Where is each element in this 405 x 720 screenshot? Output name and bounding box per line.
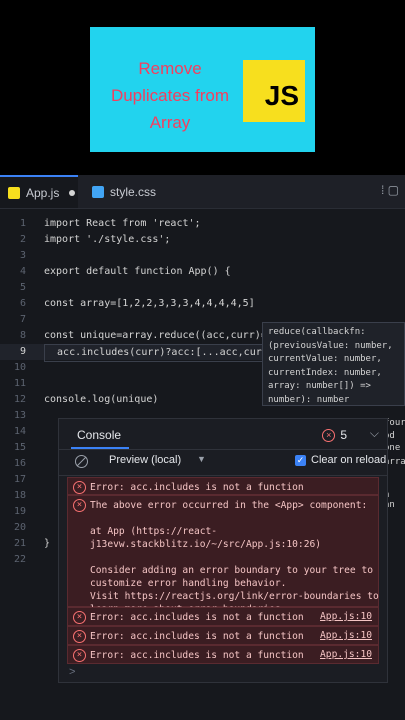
- tab-bar: App.js style.css ⁞ ▢: [0, 175, 405, 209]
- js-logo: JS: [243, 60, 305, 122]
- code-text[interactable]: console.log(unique): [44, 392, 158, 408]
- line-number: 21: [13, 538, 26, 549]
- console-tab[interactable]: Console: [77, 428, 121, 442]
- error-icon: ×: [73, 481, 86, 494]
- tooltip-line: number): number: [268, 394, 350, 405]
- thumbnail-banner: Remove Duplicates from Array JS: [90, 27, 315, 152]
- dropdown-arrow-icon[interactable]: ▼: [197, 454, 206, 464]
- clear-on-reload-checkbox[interactable]: ✓: [295, 455, 306, 466]
- line-number: 17: [13, 474, 26, 485]
- console-toolbar: Preview (local) ▼ ✓ Clear on reload: [59, 449, 387, 476]
- signature-help-tooltip: reduce(callbackfn: (previousValue: number…: [262, 322, 405, 406]
- code-text[interactable]: }: [44, 536, 50, 552]
- tab-app-js[interactable]: App.js: [0, 175, 78, 208]
- line-number: 7: [19, 314, 26, 325]
- code-text[interactable]: export default function App() {: [44, 264, 231, 280]
- line-number: 11: [13, 378, 26, 389]
- code-text[interactable]: const unique=array.reduce((acc,curr)=>(: [44, 328, 279, 344]
- line-number: 13: [13, 410, 26, 421]
- source-link[interactable]: App.js:10: [320, 649, 372, 660]
- error-text: Error: acc.includes is not a function: [90, 612, 304, 623]
- code-line[interactable]: 3: [0, 248, 405, 264]
- error-count-badge[interactable]: × 5: [322, 428, 347, 442]
- banner-title-line: Duplicates from: [110, 86, 230, 105]
- clear-on-reload-label: Clear on reload: [311, 454, 387, 466]
- line-number: 9: [19, 346, 26, 357]
- line-number: 16: [13, 458, 26, 469]
- code-line[interactable]: 5: [0, 280, 405, 296]
- error-text: Error: acc.includes is not a function: [90, 650, 304, 661]
- line-number: 10: [13, 362, 26, 373]
- unsaved-dot-icon: [69, 189, 76, 196]
- console-error-message: × The above error occurred in the <App> c…: [67, 495, 379, 615]
- console-prompt[interactable]: >: [69, 666, 75, 678]
- line-number: 14: [13, 426, 26, 437]
- console-header: Console × 5 ⌵: [59, 419, 387, 450]
- line-number: 15: [13, 442, 26, 453]
- line-number: 18: [13, 490, 26, 501]
- line-number: 6: [19, 298, 26, 309]
- line-number: 19: [13, 506, 26, 517]
- code-text[interactable]: const array=[1,2,2,3,3,3,4,4,4,4,5]: [44, 296, 255, 312]
- banner-title: Remove Duplicates from Array: [90, 55, 250, 136]
- error-icon: ×: [73, 499, 86, 512]
- tooltip-line: reduce(callbackfn:: [268, 327, 366, 337]
- line-number: 5: [19, 282, 26, 293]
- line-number: 12: [13, 394, 26, 405]
- console-error-message: × Error: acc.includes is not a function Ap…: [67, 607, 379, 626]
- error-text: Error: acc.includes is not a function: [90, 631, 304, 642]
- tab-style-css[interactable]: style.css: [84, 175, 156, 208]
- css-file-icon: [92, 185, 104, 198]
- banner-title-line: Remove: [138, 59, 202, 78]
- tab-label: App.js: [26, 185, 60, 200]
- line-number: 1: [19, 218, 26, 229]
- console-error-message: × Error: acc.includes is not a function: [67, 477, 379, 495]
- error-count: 5: [340, 428, 347, 442]
- code-line[interactable]: 4 export default function App() {: [0, 264, 405, 280]
- line-number: 3: [19, 250, 26, 261]
- line-number: 8: [19, 330, 26, 341]
- line-number: 2: [19, 234, 26, 245]
- source-link[interactable]: App.js:10: [320, 630, 372, 641]
- console-error-message: × Error: acc.includes is not a function Ap…: [67, 645, 379, 664]
- clear-console-icon[interactable]: [75, 455, 88, 468]
- line-number: 20: [13, 522, 26, 533]
- console-error-message: × Error: acc.includes is not a function Ap…: [67, 626, 379, 645]
- code-line[interactable]: 6 const array=[1,2,2,3,3,3,4,4,4,4,5]: [0, 296, 405, 312]
- error-icon: ×: [73, 630, 86, 643]
- banner-title-line: Array: [149, 113, 191, 132]
- console-panel: Console × 5 ⌵ Preview (local) ▼ ✓ Clear …: [58, 418, 388, 683]
- code-text[interactable]: import React from 'react';: [44, 216, 201, 232]
- split-editor-icon[interactable]: ⁞ ▢: [381, 183, 399, 197]
- tab-label: style.css: [110, 184, 157, 199]
- error-icon: ×: [73, 649, 86, 662]
- source-link[interactable]: App.js:10: [320, 611, 372, 622]
- tooltip-line: array: number[]) =>: [268, 381, 371, 391]
- error-text: The above error occurred in the <App> co…: [90, 500, 379, 615]
- code-text[interactable]: import './style.css';: [44, 232, 170, 248]
- error-icon: ×: [322, 428, 336, 442]
- code-line[interactable]: 2 import './style.css';: [0, 232, 405, 248]
- code-line[interactable]: 1 import React from 'react';: [0, 216, 405, 232]
- tooltip-line: (previousValue: number,: [268, 340, 393, 351]
- chevron-down-icon[interactable]: ⌵: [370, 426, 379, 441]
- tooltip-line: currentValue: number,: [268, 354, 382, 364]
- line-number: 22: [13, 554, 26, 565]
- js-file-icon: [8, 186, 20, 199]
- error-text: Error: acc.includes is not a function: [90, 482, 304, 493]
- error-icon: ×: [73, 611, 86, 624]
- tooltip-line: currentIndex: number,: [268, 367, 382, 378]
- line-number: 4: [19, 266, 26, 277]
- preview-select[interactable]: Preview (local): [109, 454, 181, 466]
